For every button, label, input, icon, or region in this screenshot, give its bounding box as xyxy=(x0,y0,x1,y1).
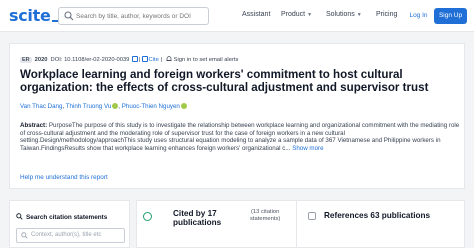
quote-icon xyxy=(143,212,152,221)
chevron-down-icon: ▼ xyxy=(356,12,362,18)
cited-by-section[interactable]: Cited by 17 publications (13 citation sta… xyxy=(137,201,297,248)
author-list: Van Thac Dang, Thinh Truong Vu, Phuoc-Th… xyxy=(20,103,187,110)
article-doi: DOI: 10.1108/er-02-2020-0039 xyxy=(50,57,130,63)
author-link[interactable]: Phuoc-Thien Nguyen xyxy=(122,103,180,110)
article-year: 2020 xyxy=(34,57,48,63)
nav-pricing[interactable]: Pricing xyxy=(376,11,397,18)
abstract-label: Abstract: xyxy=(20,122,48,129)
nav-solutions-label: Solutions xyxy=(326,11,355,18)
article-title: Workplace learning and foreign workers' … xyxy=(20,68,429,94)
nav-product[interactable]: Product ▼ xyxy=(281,11,312,18)
search-icon xyxy=(64,11,74,21)
search-icon xyxy=(21,232,28,239)
citation-search-input[interactable]: Context, author(s), title etc xyxy=(16,228,125,243)
external-link-icon[interactable] xyxy=(132,56,139,62)
chevron-down-icon: ▼ xyxy=(307,12,313,18)
references-count[interactable]: References 63 publications xyxy=(324,211,430,220)
show-more-link[interactable]: Show more xyxy=(292,145,323,152)
cite-link[interactable]: Cite xyxy=(149,57,159,63)
references-icon xyxy=(308,212,316,220)
nav-assistant-label: Assistant xyxy=(242,11,271,18)
article-card: ER 2020 DOI: 10.1108/er-02-2020-0039 | Cite… xyxy=(9,43,465,189)
nav-assistant[interactable]: Assistant xyxy=(242,11,270,18)
nav-product-label: Product xyxy=(281,11,306,18)
orcid-icon[interactable] xyxy=(180,103,187,109)
author-link[interactable]: Van Thac Dang xyxy=(20,103,62,110)
nav-pricing-label: Pricing xyxy=(376,11,398,18)
author-link[interactable]: Thinh Truong Vu xyxy=(66,103,112,110)
citation-statements-count: (13 citation statements) xyxy=(250,209,280,223)
abstract: Abstract: PurposeThe purpose of this stu… xyxy=(20,122,460,152)
citation-search-placeholder: Context, author(s), title etc xyxy=(31,232,102,238)
login-button[interactable]: Log In xyxy=(405,8,432,24)
citation-statements-line-2: statements) xyxy=(250,216,281,222)
logo-text: scite xyxy=(9,6,51,25)
search-box[interactable] xyxy=(58,7,209,25)
citation-search-heading: Search citation statements xyxy=(16,213,107,221)
article-meta: ER 2020 DOI: 10.1108/er-02-2020-0039 | Cite… xyxy=(20,56,239,63)
citation-search-heading-label: Search citation statements xyxy=(26,214,108,221)
scite-logo[interactable]: scite xyxy=(9,6,58,25)
copy-icon[interactable] xyxy=(141,56,148,62)
abstract-text: PurposeThe purpose of this study is to i… xyxy=(20,122,460,152)
cited-by-count[interactable]: Cited by 17 publications xyxy=(173,209,247,227)
nav-solutions[interactable]: Solutions ▼ xyxy=(326,11,362,18)
citation-summary-panel: Cited by 17 publications (13 citation sta… xyxy=(136,200,465,248)
search-input[interactable] xyxy=(76,9,206,23)
citation-statements-line-1: (13 citation xyxy=(250,209,280,215)
top-navigation-bar: scite Assistant Product▼ Solutions▼ Pric… xyxy=(0,0,474,32)
search-icon xyxy=(16,213,23,220)
help-understand-link[interactable]: Help me understand this report xyxy=(20,174,108,181)
citation-search-panel: Search citation statements Context, auth… xyxy=(9,200,130,248)
email-alerts-text[interactable]: Sign in to set email alerts xyxy=(174,57,239,63)
logo-underscore xyxy=(51,20,58,22)
signup-button[interactable]: Sign Up xyxy=(434,8,467,24)
article-type-badge: ER xyxy=(20,57,32,63)
bell-icon[interactable] xyxy=(166,56,172,62)
